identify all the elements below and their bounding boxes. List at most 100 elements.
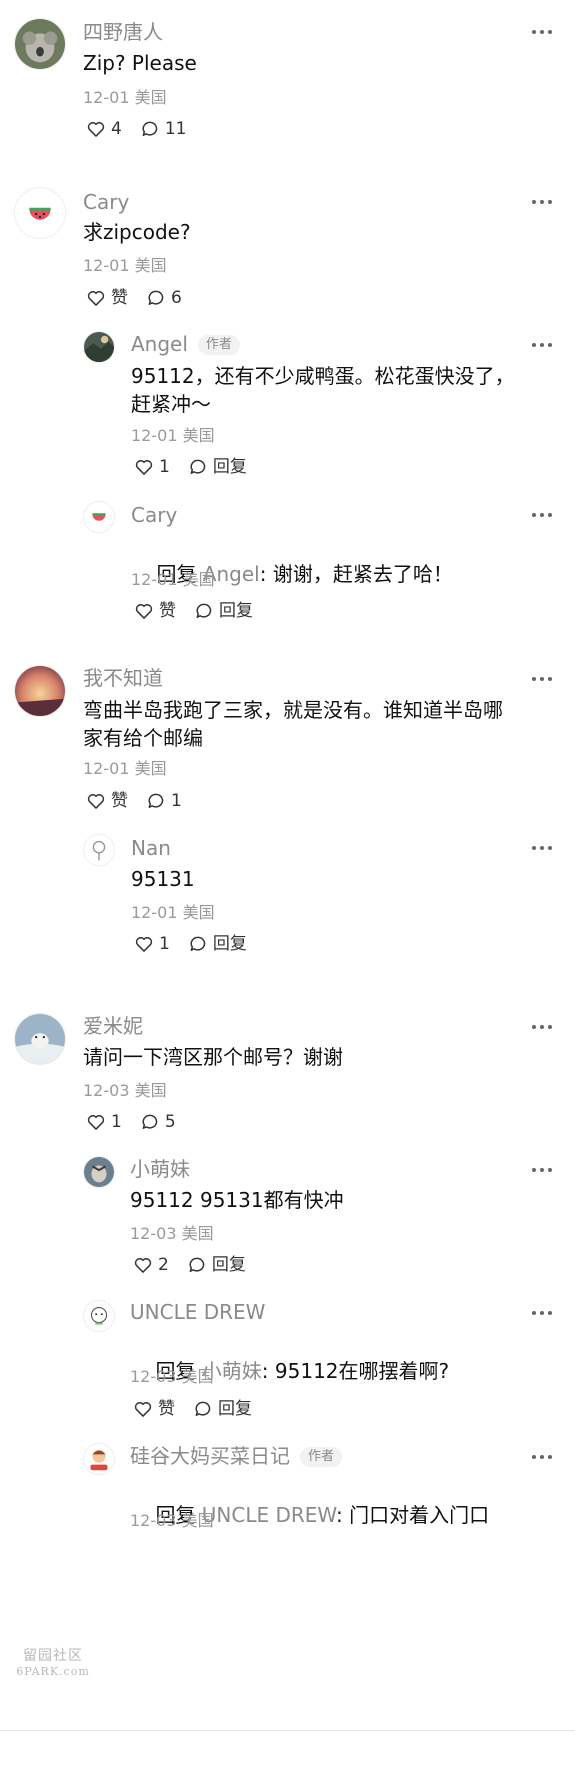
comment-actions: 赞 回复	[133, 1398, 270, 1420]
more-icon[interactable]	[531, 676, 553, 682]
watermark-line-1: 留园社区	[23, 1648, 83, 1664]
heart-icon	[87, 122, 105, 137]
username[interactable]: Angel 作者	[131, 332, 240, 356]
comment-icon	[148, 290, 164, 305]
reply-label: 回复	[219, 601, 253, 621]
reply-button[interactable]: 回复	[188, 456, 247, 478]
comment-actions: 赞 6	[86, 287, 200, 309]
more-icon[interactable]	[531, 199, 553, 205]
avatar[interactable]	[83, 501, 115, 533]
avatar[interactable]	[14, 187, 66, 239]
watermark-line-2: 6PARK.com	[16, 1665, 90, 1678]
avatar[interactable]	[83, 331, 115, 363]
divider	[0, 1730, 575, 1731]
comment-date: 12-01	[131, 570, 178, 589]
heart-icon	[87, 291, 105, 306]
avatar[interactable]	[14, 665, 66, 717]
comment-actions: 赞 回复	[134, 600, 271, 622]
reply-to-user[interactable]: UNCLE DREW	[202, 1503, 336, 1527]
reply-count: 6	[171, 288, 182, 308]
comment-location: 美国	[134, 1081, 167, 1100]
more-icon[interactable]	[531, 342, 553, 348]
comment-text: 请问一下湾区那个邮号？谢谢	[83, 1045, 343, 1069]
comment-date: 12-01	[83, 256, 130, 275]
avatar[interactable]	[83, 1300, 115, 1332]
reply-icon	[190, 459, 206, 474]
like-button[interactable]: 1	[134, 933, 170, 955]
comment-text: 95131	[131, 867, 195, 891]
comment-date: 12-03	[130, 1224, 177, 1243]
username[interactable]: 小萌妹	[130, 1157, 190, 1181]
comment-location: 美国	[182, 426, 215, 445]
avatar[interactable]	[83, 1156, 115, 1188]
replies-button[interactable]: 11	[140, 118, 186, 140]
username[interactable]: 爱米妮	[83, 1014, 143, 1038]
more-icon[interactable]	[531, 1454, 553, 1460]
comment-icon	[142, 121, 158, 136]
like-count: 4	[111, 119, 122, 139]
username[interactable]: UNCLE DREW	[130, 1300, 265, 1324]
like-button[interactable]: 赞	[86, 790, 128, 812]
comment-date: 12-01	[131, 426, 178, 445]
comment-meta: 12-01 美国	[83, 759, 167, 779]
username[interactable]: 我不知道	[83, 666, 163, 690]
heart-icon	[87, 1115, 105, 1130]
comment-text: 95112 95131都有快冲	[130, 1188, 344, 1212]
username[interactable]: Cary	[83, 190, 129, 214]
username-text: Angel	[131, 332, 188, 356]
comment-date: 12-03	[130, 1511, 177, 1530]
username[interactable]: 四野唐人	[83, 20, 163, 44]
more-icon[interactable]	[531, 1167, 553, 1173]
reply-button[interactable]: 回复	[188, 933, 247, 955]
more-icon[interactable]	[531, 29, 553, 35]
reply-button[interactable]: 回复	[187, 1254, 246, 1276]
comment-actions: 1 回复	[134, 456, 265, 478]
comment-body: : 95112在哪摆着啊?	[261, 1359, 450, 1383]
comment-date: 12-01	[83, 88, 130, 107]
more-icon[interactable]	[531, 1024, 553, 1030]
replies-button[interactable]: 6	[146, 287, 182, 309]
reply-label: 回复	[212, 457, 247, 477]
comment-text: 弯曲半岛我跑了三家，就是没有。谁知道半岛哪 家有给个邮编	[83, 698, 503, 750]
comment-meta: 12-01 美国	[131, 426, 215, 446]
watermark-logo: 留园社区 6PARK.com	[10, 1648, 96, 1680]
reply-icon	[189, 1257, 205, 1272]
avatar[interactable]	[14, 18, 66, 70]
avatar[interactable]	[83, 1443, 115, 1475]
like-button[interactable]: 赞	[134, 600, 176, 622]
more-icon[interactable]	[531, 1310, 553, 1316]
reply-button[interactable]: 回复	[194, 600, 253, 622]
username[interactable]: 硅谷大妈买菜日记 作者	[130, 1444, 343, 1468]
avatar[interactable]	[83, 834, 115, 866]
heart-icon	[87, 794, 105, 809]
username[interactable]: Cary	[131, 503, 177, 527]
like-button[interactable]: 赞	[86, 287, 128, 309]
like-button[interactable]: 1	[86, 1111, 122, 1133]
comment-location: 美国	[182, 903, 215, 922]
like-count: 赞	[111, 791, 128, 811]
comment-meta: 12-03 美国	[130, 1511, 214, 1531]
username[interactable]: Nan	[131, 836, 171, 860]
replies-button[interactable]: 1	[146, 790, 182, 812]
comment-meta: 12-01 美国	[131, 570, 215, 590]
comment-actions: 2 回复	[133, 1254, 264, 1276]
heart-icon	[134, 1402, 152, 1417]
heart-icon	[134, 1258, 152, 1273]
reply-count: 1	[171, 791, 182, 811]
reply-icon	[190, 936, 206, 951]
comment-location: 美国	[181, 1367, 214, 1386]
like-button[interactable]: 2	[133, 1254, 169, 1276]
like-button[interactable]: 1	[134, 456, 170, 478]
reply-button[interactable]: 回复	[193, 1398, 252, 1420]
more-icon[interactable]	[531, 512, 553, 518]
reply-label: 回复	[211, 1255, 246, 1275]
more-icon[interactable]	[531, 845, 553, 851]
reply-label: 回复	[212, 934, 247, 954]
comment-actions: 赞 1	[86, 790, 200, 812]
comment-location: 美国	[134, 759, 167, 778]
replies-button[interactable]: 5	[140, 1111, 176, 1133]
like-button[interactable]: 4	[86, 118, 122, 140]
like-button[interactable]: 赞	[133, 1398, 175, 1420]
avatar[interactable]	[14, 1013, 66, 1065]
comment-body: : 谢谢，赶紧去了哈！	[259, 562, 453, 586]
